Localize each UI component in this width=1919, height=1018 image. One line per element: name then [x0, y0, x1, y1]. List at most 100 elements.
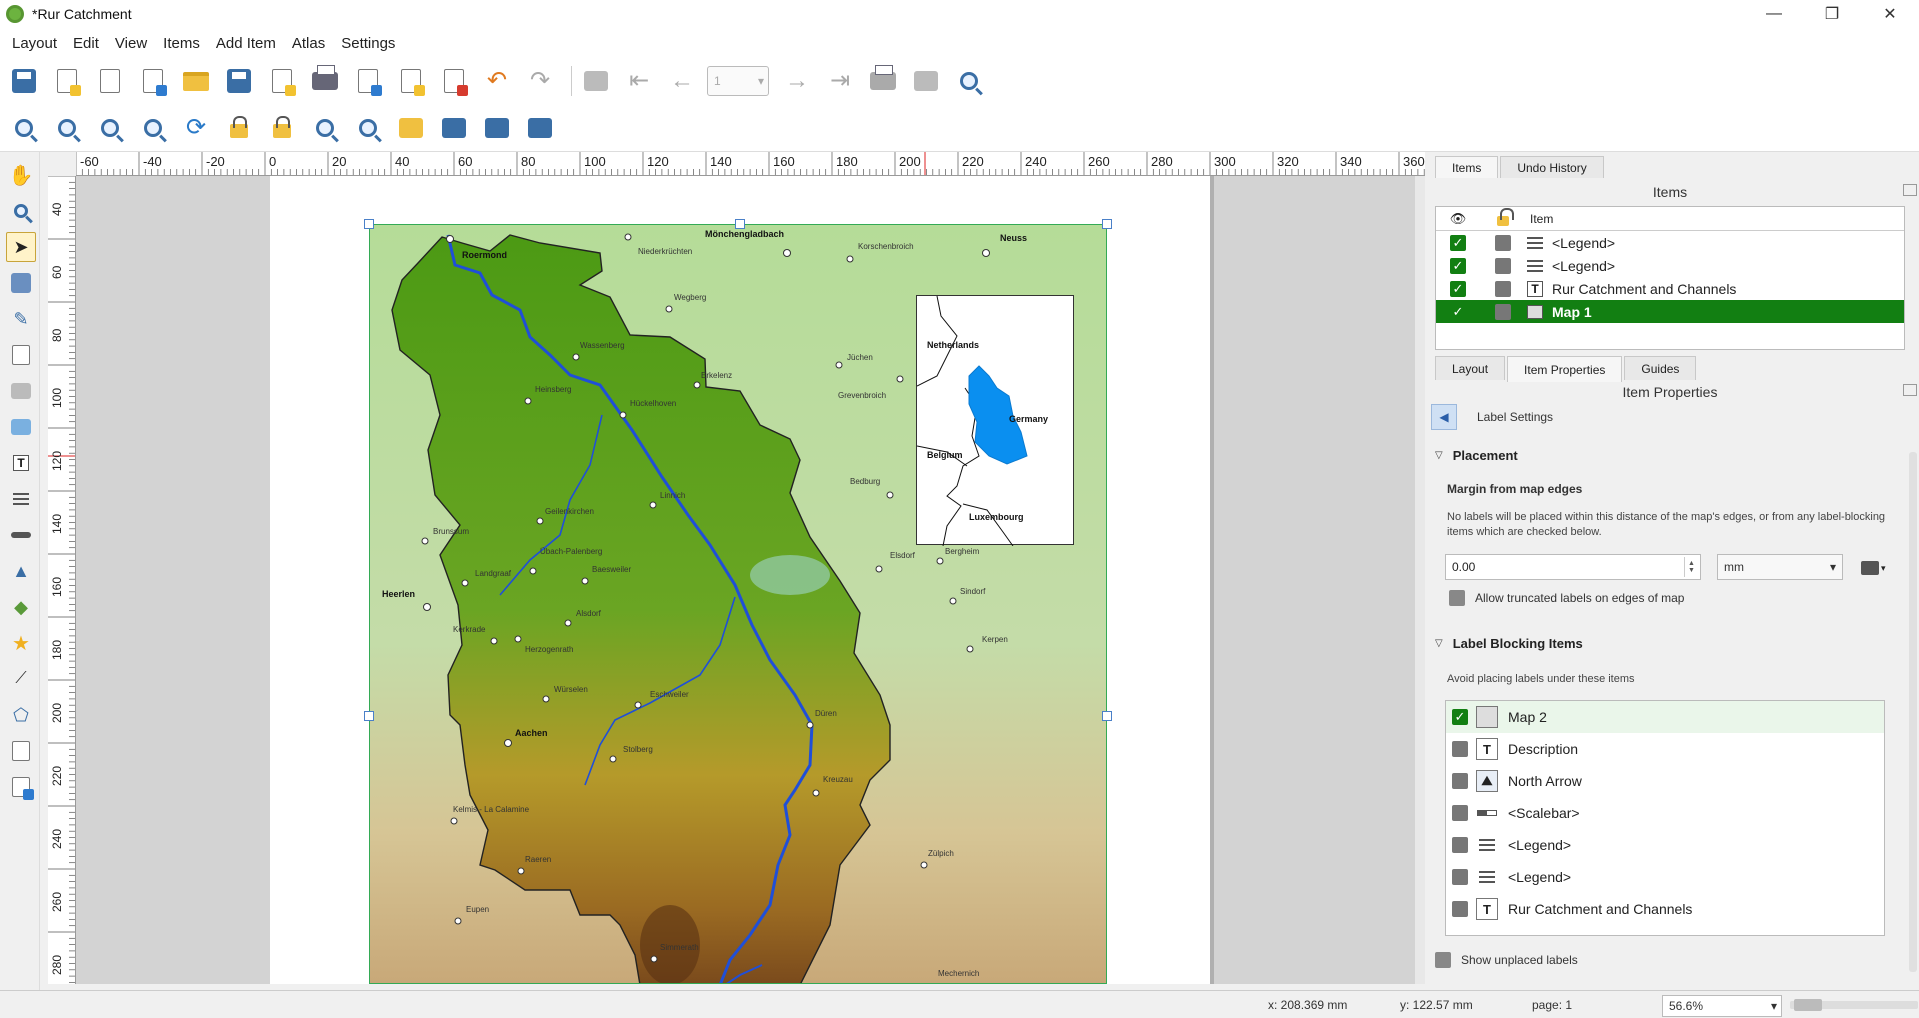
data-defined-override-button[interactable]: ▾: [1861, 558, 1891, 578]
add-legend-button[interactable]: [6, 484, 36, 514]
duplicate-layout-button[interactable]: [92, 63, 128, 99]
add-shape-button[interactable]: ◆: [6, 592, 36, 622]
menu-items[interactable]: Items: [155, 35, 208, 52]
print-atlas-button[interactable]: [865, 63, 901, 99]
blocking-checkbox[interactable]: [1452, 773, 1468, 789]
move-content-button[interactable]: [6, 268, 36, 298]
spin-arrows-icon[interactable]: ▲ ▼: [1684, 557, 1698, 577]
ungroup-items-button[interactable]: [350, 110, 386, 146]
label-blocking-items-list[interactable]: ✓ Map 2 T Description ⛰ North Arrow <Sca…: [1445, 700, 1885, 936]
margin-unit-select[interactable]: mm ▾: [1717, 554, 1843, 580]
properties-scrollbar[interactable]: [1909, 452, 1917, 972]
tab-guides[interactable]: Guides: [1624, 356, 1697, 380]
tab-layout[interactable]: Layout: [1435, 356, 1506, 380]
add-label-button[interactable]: T: [6, 448, 36, 478]
export-atlas-button[interactable]: [908, 63, 944, 99]
add-marker-button[interactable]: ★: [6, 628, 36, 658]
save-as-template-button[interactable]: [221, 63, 257, 99]
save-project-button[interactable]: [6, 63, 42, 99]
visibility-checkbox[interactable]: ✓: [1450, 234, 1466, 251]
raise-items-button[interactable]: [393, 110, 429, 146]
add-north-arrow-button[interactable]: ▲: [6, 556, 36, 586]
previous-feature-button[interactable]: ←: [664, 63, 700, 99]
visibility-checkbox[interactable]: ✓: [1450, 280, 1466, 297]
atlas-page-spinbox[interactable]: 1 ▾: [707, 66, 769, 96]
items-tree-row[interactable]: ✓ <Legend>: [1436, 231, 1904, 254]
minimize-button[interactable]: —: [1745, 0, 1803, 28]
checkbox-unchecked[interactable]: [1435, 952, 1451, 968]
zoom-slider[interactable]: [1790, 999, 1918, 1011]
add-3d-map-button[interactable]: [6, 376, 36, 406]
zoom-full-button[interactable]: [135, 110, 171, 146]
items-tree[interactable]: 👁 Item ✓ <Legend> ✓ <Legend> ✓ T Rur Cat…: [1435, 206, 1905, 350]
lock-checkbox[interactable]: [1495, 280, 1511, 297]
restore-button[interactable]: ❐: [1803, 0, 1861, 28]
blocking-item-row[interactable]: T Rur Catchment and Channels: [1446, 893, 1884, 925]
next-feature-button[interactable]: →: [779, 63, 815, 99]
atlas-settings-button[interactable]: [951, 63, 987, 99]
blocking-item-row[interactable]: ⛰ North Arrow: [1446, 765, 1884, 797]
add-polygon-button[interactable]: ⬠: [6, 700, 36, 730]
items-tree-row[interactable]: ✓ T Rur Catchment and Channels: [1436, 277, 1904, 300]
undock-icon[interactable]: [1903, 184, 1917, 196]
pan-tool-button[interactable]: ✋: [6, 160, 36, 190]
selection-handle[interactable]: [1102, 219, 1112, 229]
add-picture-button[interactable]: [6, 412, 36, 442]
menu-atlas[interactable]: Atlas: [284, 35, 333, 52]
show-unplaced-checkbox[interactable]: Show unplaced labels: [1435, 952, 1578, 968]
blocking-checkbox-checked[interactable]: ✓: [1452, 709, 1468, 725]
refresh-button[interactable]: ⟳: [178, 110, 214, 146]
page-setup-button[interactable]: [264, 63, 300, 99]
new-layout-button[interactable]: [49, 63, 85, 99]
blocking-checkbox[interactable]: [1452, 869, 1468, 885]
canvas-vertical-scrollbar[interactable]: [1415, 176, 1425, 984]
selection-handle[interactable]: [364, 711, 374, 721]
blocking-item-row[interactable]: <Legend>: [1446, 829, 1884, 861]
distribute-items-button[interactable]: [479, 110, 515, 146]
select-tool-button[interactable]: ➤: [6, 232, 36, 262]
unlock-items-button[interactable]: [264, 110, 300, 146]
menu-add-item[interactable]: Add Item: [208, 35, 284, 52]
export-pdf-button[interactable]: [436, 63, 472, 99]
tab-items[interactable]: Items: [1435, 156, 1499, 178]
map-item-1[interactable]: Roermond Niederkrüchten Mönchengladbach …: [369, 224, 1107, 984]
group-items-button[interactable]: [307, 110, 343, 146]
items-tree-row-selected[interactable]: ✓ Map 1: [1436, 300, 1904, 323]
blocking-checkbox[interactable]: [1452, 741, 1468, 757]
add-html-button[interactable]: [6, 736, 36, 766]
menu-view[interactable]: View: [107, 35, 155, 52]
lock-items-button[interactable]: [221, 110, 257, 146]
resize-items-button[interactable]: [522, 110, 558, 146]
add-polyline-button[interactable]: ⟋: [6, 664, 36, 694]
zoom-out-button[interactable]: [49, 110, 85, 146]
allow-truncated-checkbox[interactable]: Allow truncated labels on edges of map: [1449, 590, 1684, 606]
selection-handle[interactable]: [364, 219, 374, 229]
last-feature-button[interactable]: ⇥: [822, 63, 858, 99]
undo-button[interactable]: ↶: [479, 63, 515, 99]
menu-settings[interactable]: Settings: [333, 35, 403, 52]
export-svg-button[interactable]: [393, 63, 429, 99]
undock-icon[interactable]: [1903, 384, 1917, 396]
blocking-checkbox[interactable]: [1452, 837, 1468, 853]
back-button[interactable]: ◀: [1431, 404, 1457, 430]
edit-nodes-button[interactable]: ✎: [6, 304, 36, 334]
blocking-item-row[interactable]: <Scalebar>: [1446, 797, 1884, 829]
tab-item-properties[interactable]: Item Properties: [1507, 356, 1623, 382]
blocking-item-row[interactable]: ✓ Map 2: [1446, 701, 1884, 733]
selection-handle[interactable]: [1102, 711, 1112, 721]
add-scalebar-button[interactable]: [6, 520, 36, 550]
blocking-item-row[interactable]: <Legend>: [1446, 861, 1884, 893]
close-button[interactable]: ✕: [1861, 0, 1919, 28]
selection-handle[interactable]: [735, 219, 745, 229]
lock-checkbox[interactable]: [1495, 257, 1511, 274]
atlas-preview-button[interactable]: [578, 63, 614, 99]
zoom-actual-button[interactable]: [92, 110, 128, 146]
checkbox-unchecked[interactable]: [1449, 590, 1465, 606]
redo-button[interactable]: ↷: [522, 63, 558, 99]
print-button[interactable]: [307, 63, 343, 99]
add-attribute-table-button[interactable]: [6, 772, 36, 802]
tab-undo-history[interactable]: Undo History: [1500, 156, 1604, 178]
add-from-template-button[interactable]: [178, 63, 214, 99]
lock-checkbox[interactable]: [1495, 234, 1511, 251]
placement-section-header[interactable]: ▽ Placement: [1435, 448, 1518, 463]
